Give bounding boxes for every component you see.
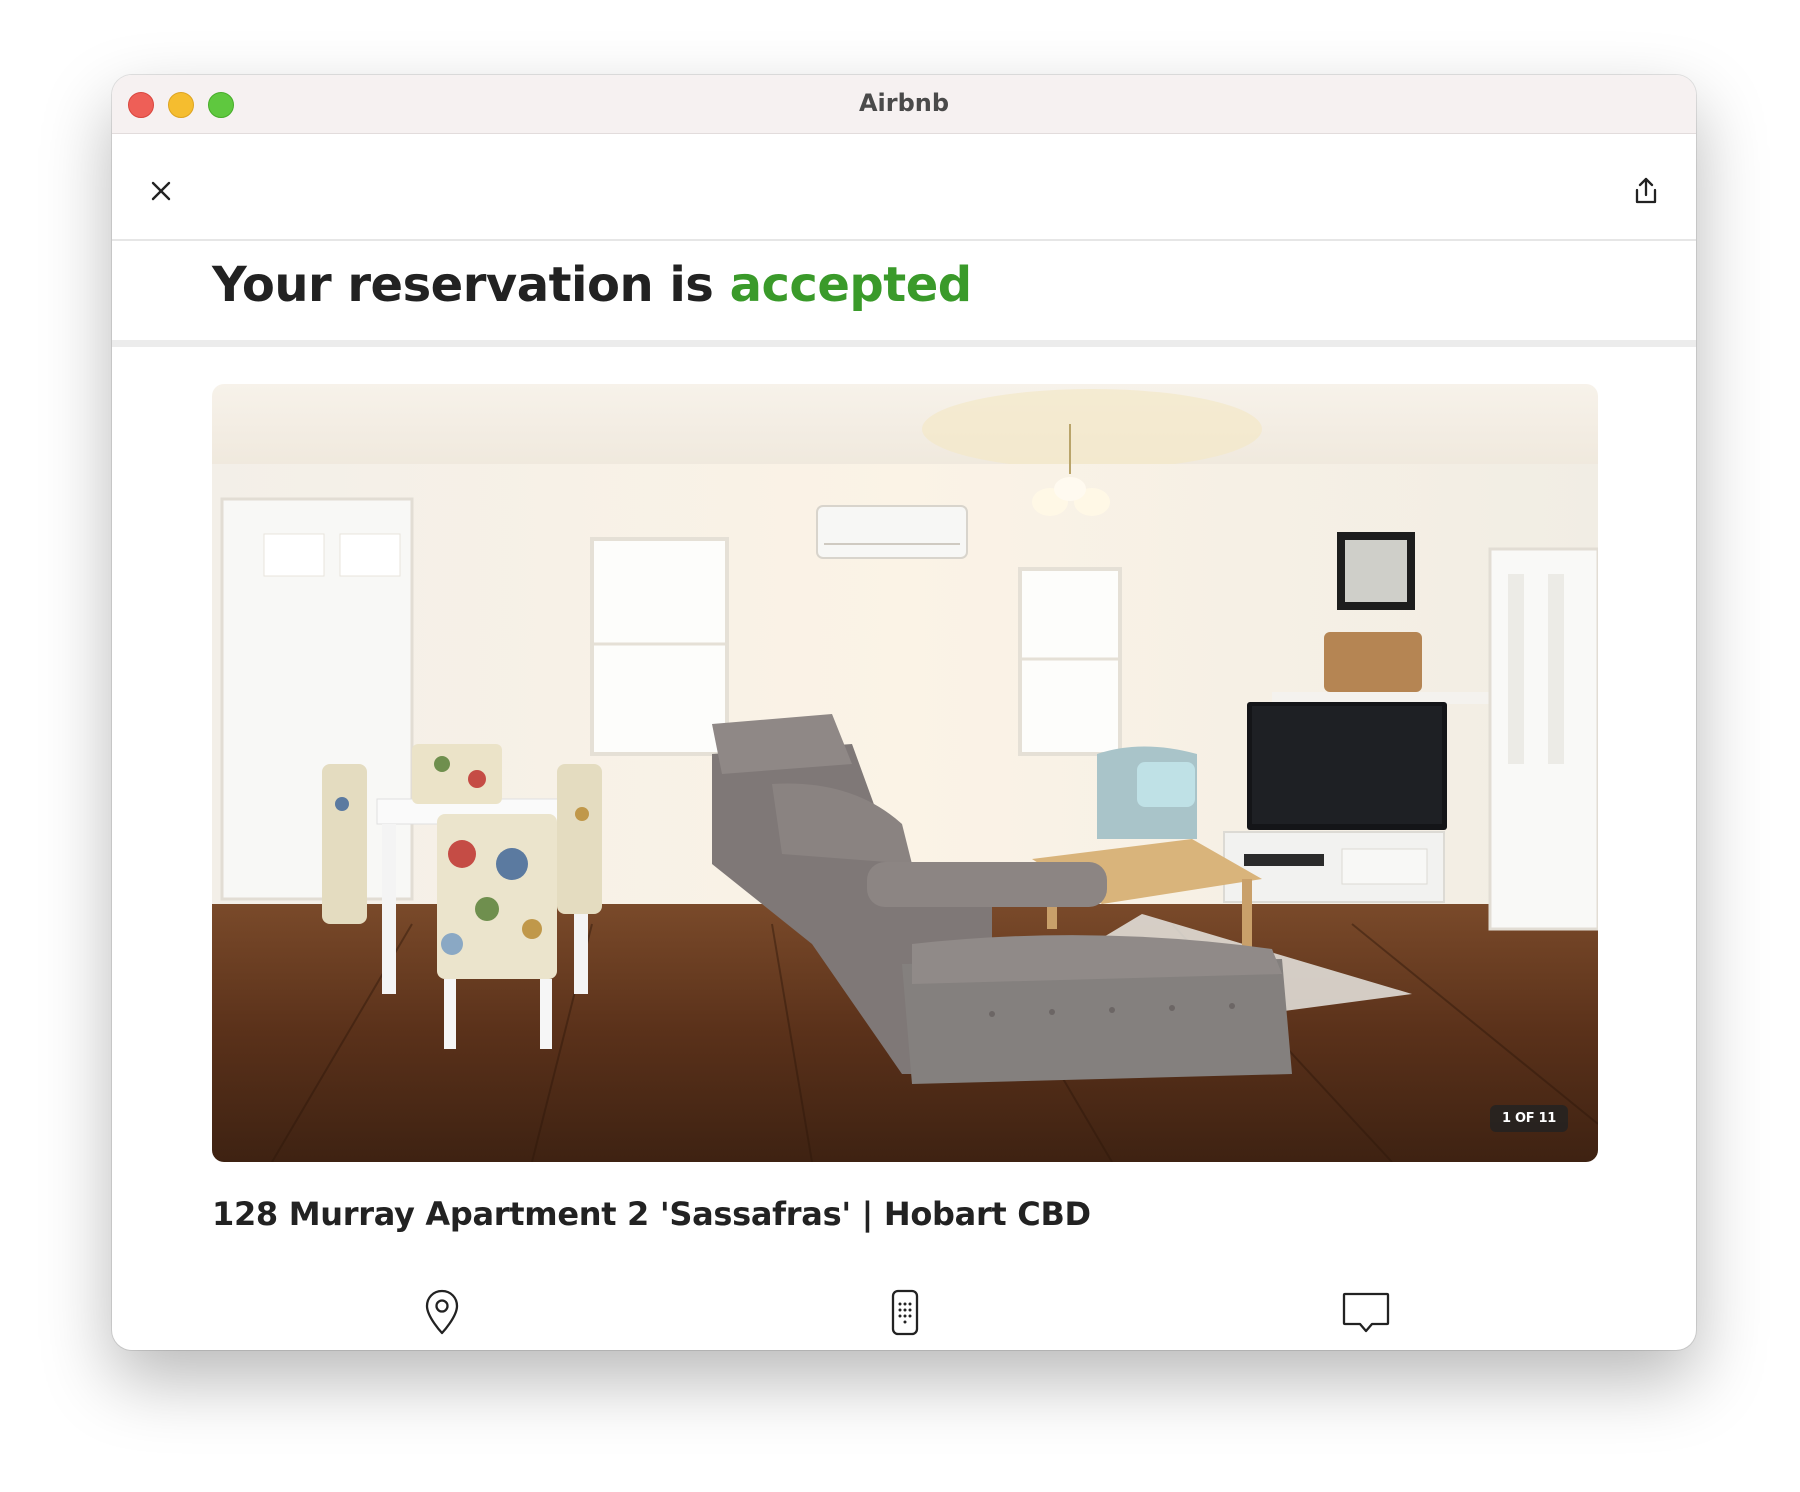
window-title: Airbnb	[858, 89, 950, 117]
listing-photo[interactable]: 1 OF 11	[212, 384, 1598, 1162]
close-button[interactable]	[148, 178, 174, 204]
message-host-button[interactable]	[1338, 1285, 1394, 1341]
check-in-instructions-button[interactable]	[877, 1285, 933, 1341]
map-pin-icon	[425, 1289, 459, 1335]
toolbar	[112, 134, 1696, 241]
listing-title[interactable]: 128 Murray Apartment 2 'Sassafras' | Hob…	[212, 1195, 1091, 1233]
photo-counter: 1 OF 11	[1489, 1105, 1568, 1132]
living-room-image	[212, 384, 1598, 1162]
close-icon	[151, 181, 171, 201]
message-icon	[1342, 1292, 1390, 1333]
share-button[interactable]	[1632, 176, 1660, 206]
app-window: Airbnb Your reservation is accepted 1 OF…	[112, 75, 1696, 1350]
title-bar: Airbnb	[112, 75, 1696, 134]
directions-button[interactable]	[414, 1285, 470, 1341]
keypad-icon	[891, 1289, 919, 1336]
heading-prefix: Your reservation is	[212, 257, 730, 313]
reservation-heading: Your reservation is accepted	[212, 257, 972, 313]
reservation-status: accepted	[729, 257, 973, 313]
share-icon	[1635, 177, 1657, 204]
section-divider	[112, 340, 1696, 347]
